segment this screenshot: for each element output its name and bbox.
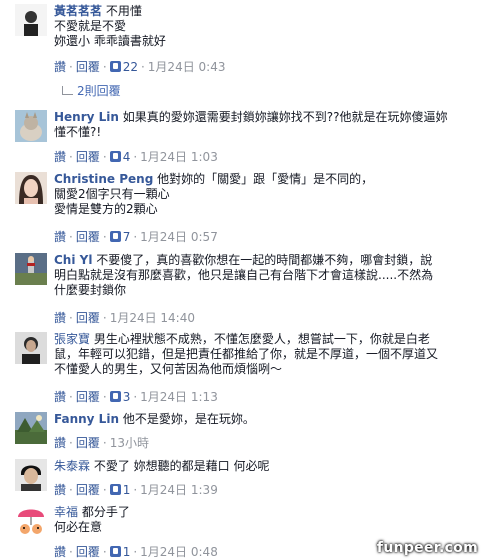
reply-link[interactable]: 回覆	[76, 545, 100, 559]
like-count[interactable]: 1	[123, 545, 131, 559]
comment-actions: 讚 · 回覆 · 7 · 1月24日 0:57	[54, 230, 218, 244]
comment-text: 不愛了 妳想聽的都是藉口 何必呢	[93, 459, 270, 473]
like-icon	[109, 391, 121, 402]
comment-text: 都分手了	[81, 505, 130, 519]
comment-text: 不懂愛人的男生，又何苦因為他而煩惱咧～	[54, 362, 283, 376]
reply-link[interactable]: 回覆	[76, 436, 100, 450]
timestamp[interactable]: 1月24日 0:43	[148, 60, 226, 74]
comment-author[interactable]: 朱泰霖	[54, 459, 90, 473]
comment-text: 明白點就是沒有那麼喜歡，他只是讓自己有台階下才會這樣說.....不然為	[54, 268, 434, 282]
comment-text: 鼠，年輕可以犯錯，但是把責任都推給了你，就是不厚道，一個不厚道又	[54, 347, 439, 361]
cartoon-avatar-icon[interactable]	[15, 505, 47, 537]
like-icon	[109, 484, 121, 495]
comment-text: 不用懂	[105, 4, 142, 18]
comment-actions: 讚 · 回覆 · 4 · 1月24日 1:03	[54, 150, 218, 164]
like-count[interactable]: 7	[123, 230, 131, 244]
replies-label[interactable]: 2則回覆	[77, 84, 121, 98]
like-count[interactable]: 3	[123, 390, 131, 404]
reply-link[interactable]: 回覆	[76, 311, 100, 325]
reply-link[interactable]: 回覆	[76, 150, 100, 164]
timestamp[interactable]: 1月24日 1:03	[140, 150, 218, 164]
comment-text: 妳還小 乖乖讀書就好	[54, 34, 166, 48]
comment-text: 懂不懂?!	[54, 125, 102, 139]
comment-text: 愛情是雙方的2顆心	[54, 202, 158, 216]
timestamp[interactable]: 1月24日 0:48	[140, 545, 218, 559]
like-link[interactable]: 讚	[54, 390, 66, 404]
like-link[interactable]: 讚	[54, 545, 66, 559]
comment-text: 關愛2個字只有一顆心	[54, 187, 170, 201]
like-link[interactable]: 讚	[54, 483, 66, 497]
comment-author[interactable]: Christine Peng	[54, 172, 153, 186]
like-count[interactable]: 4	[123, 150, 131, 164]
like-link[interactable]: 讚	[54, 150, 66, 164]
like-icon	[109, 231, 121, 242]
comment-author[interactable]: Fanny Lin	[54, 412, 119, 426]
reply-link[interactable]: 回覆	[76, 390, 100, 404]
comment-actions: 讚 · 回覆 · 22 · 1月24日 0:43	[54, 60, 226, 74]
like-link[interactable]: 讚	[54, 60, 66, 74]
comment-author[interactable]: 張家寶	[54, 332, 90, 346]
reply-arrow-icon	[62, 86, 73, 95]
like-count[interactable]: 1	[123, 483, 131, 497]
like-count[interactable]: 22	[123, 60, 138, 74]
comment-author[interactable]: Henry Lin	[54, 110, 119, 124]
comment-author[interactable]: 黃茗茗茗	[54, 4, 102, 18]
reply-link[interactable]: 回覆	[76, 483, 100, 497]
like-link[interactable]: 讚	[54, 311, 66, 325]
like-icon	[109, 151, 121, 162]
like-link[interactable]: 讚	[54, 436, 66, 450]
timestamp[interactable]: 1月24日 14:40	[110, 311, 195, 325]
boy-avatar-icon[interactable]	[15, 459, 47, 491]
girl-avatar-icon[interactable]	[15, 172, 47, 204]
comment-actions: 讚 · 回覆 · 13小時	[54, 436, 149, 450]
comment-actions: 讚 · 回覆 · 3 · 1月24日 1:13	[54, 390, 218, 404]
timestamp[interactable]: 1月24日 1:13	[140, 390, 218, 404]
like-icon	[109, 61, 121, 72]
comment-actions: 讚 · 回覆 · 1月24日 14:40	[54, 311, 195, 325]
cat-avatar-icon[interactable]	[15, 110, 47, 142]
man-avatar-icon[interactable]	[15, 332, 47, 364]
comment-actions: 讚 · 回覆 · 1 · 1月24日 0:48	[54, 545, 218, 559]
comment-text: 不愛就是不愛	[54, 19, 127, 33]
comment-text: 不要傻了，真的喜歡你想在一起的時間都嫌不夠，哪會封鎖，說	[96, 253, 433, 267]
timestamp[interactable]: 1月24日 0:57	[140, 230, 218, 244]
view-replies-link[interactable]: 2則回覆	[62, 82, 121, 99]
comment-text: 什麼要封鎖你	[54, 283, 127, 297]
comment-author[interactable]: Chi Yl	[54, 253, 92, 267]
comment-text: 如果真的愛妳還需要封鎖妳讓妳找不到??他就是在玩妳傻逼妳	[122, 110, 448, 124]
baseball-avatar-icon[interactable]	[15, 253, 47, 285]
reply-link[interactable]: 回覆	[76, 60, 100, 74]
comment-text: 何必在意	[54, 520, 103, 534]
landscape-avatar-icon[interactable]	[15, 412, 47, 444]
comment-text: 他對妳的「關愛」跟「愛情」是不同的，	[157, 172, 374, 186]
comment-text: 男生心裡狀態不成熟，不懂怎麼愛人，想嘗試一下，你就是白老	[93, 332, 430, 346]
comment-author[interactable]: 幸福	[54, 505, 78, 519]
user-avatar-icon[interactable]	[15, 4, 47, 36]
comment-text: 他不是愛妳，是在玩妳。	[122, 412, 255, 426]
comment-actions: 讚 · 回覆 · 1 · 1月24日 1:39	[54, 483, 218, 497]
like-link[interactable]: 讚	[54, 230, 66, 244]
reply-link[interactable]: 回覆	[76, 230, 100, 244]
timestamp[interactable]: 13小時	[110, 436, 149, 450]
site-watermark: funpeer.com	[376, 540, 478, 556]
timestamp[interactable]: 1月24日 1:39	[140, 483, 218, 497]
like-icon	[109, 546, 121, 557]
